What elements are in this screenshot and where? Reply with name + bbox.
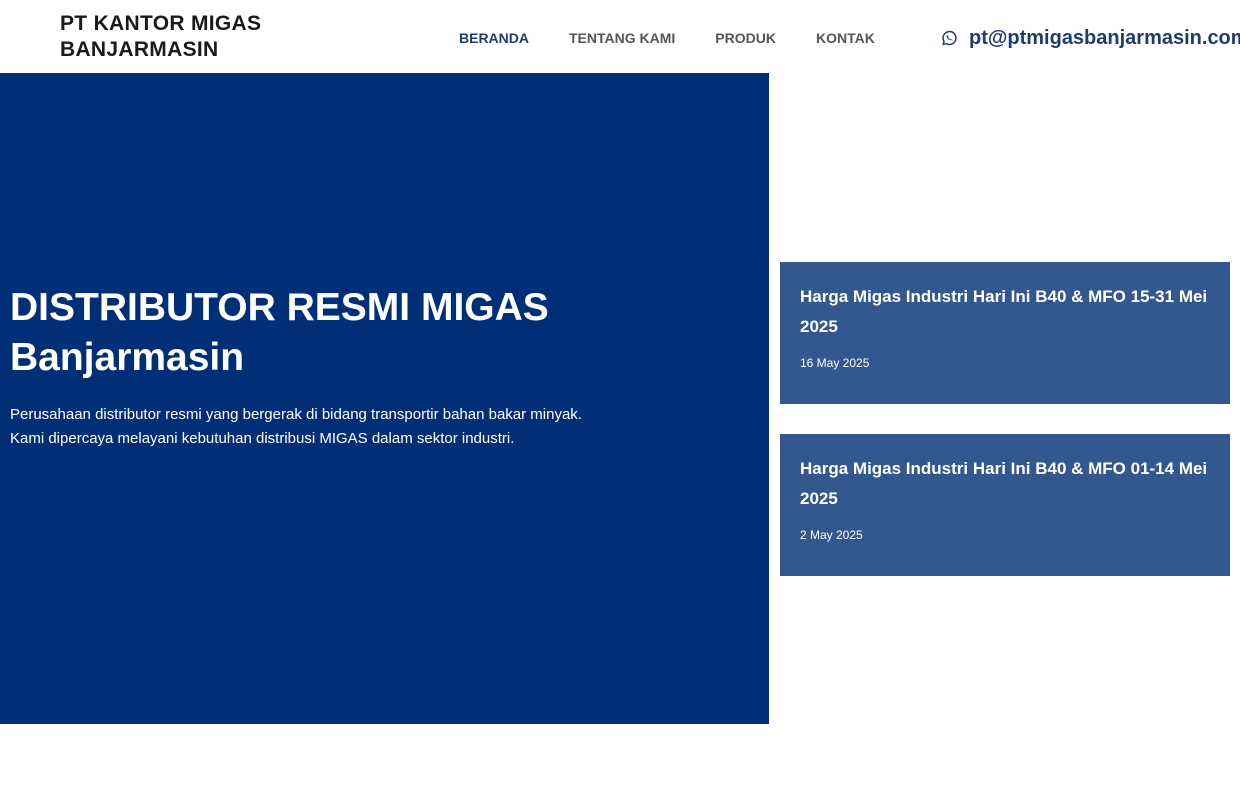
site-brand[interactable]: PT KANTOR MIGAS BANJARMASIN <box>60 11 320 63</box>
post-date: 2 May 2025 <box>800 528 863 542</box>
contact-email: pt@ptmigasbanjarmasin.com <box>969 27 1240 49</box>
hero-description-line1: Perusahaan distributor resmi yang berger… <box>10 406 582 423</box>
post-card: Harga Migas Industri Hari Ini B40 & MFO … <box>780 262 1230 404</box>
hero-description: Perusahaan distributor resmi yang berger… <box>10 403 630 451</box>
site-header: PT KANTOR MIGAS BANJARMASIN BERANDA TENT… <box>0 0 1240 73</box>
post-title-link[interactable]: Harga Migas Industri Hari Ini B40 & MFO … <box>800 282 1210 342</box>
nav-produk[interactable]: PRODUK <box>715 30 776 46</box>
main-nav: BERANDA TENTANG KAMI PRODUK KONTAK <box>459 30 875 46</box>
hero-section: DISTRIBUTOR RESMI MIGAS Banjarmasin Peru… <box>0 73 769 724</box>
contact-email-link[interactable]: pt@ptmigasbanjarmasin.com <box>940 26 1240 50</box>
post-title-link[interactable]: Harga Migas Industri Hari Ini B40 & MFO … <box>800 454 1210 514</box>
whatsapp-icon <box>942 30 957 46</box>
post-date: 16 May 2025 <box>800 356 870 370</box>
hero-title: DISTRIBUTOR RESMI MIGAS Banjarmasin <box>10 283 710 383</box>
hero-title-line2: Banjarmasin <box>10 336 245 379</box>
nav-kontak[interactable]: KONTAK <box>816 30 875 46</box>
hero-title-line1: DISTRIBUTOR RESMI MIGAS <box>10 286 549 329</box>
post-card: Harga Migas Industri Hari Ini B40 & MFO … <box>780 434 1230 576</box>
nav-beranda[interactable]: BERANDA <box>459 30 529 46</box>
nav-tentang-kami[interactable]: TENTANG KAMI <box>569 30 675 46</box>
hero-description-line2: Kami dipercaya melayani kebutuhan distri… <box>10 430 515 447</box>
